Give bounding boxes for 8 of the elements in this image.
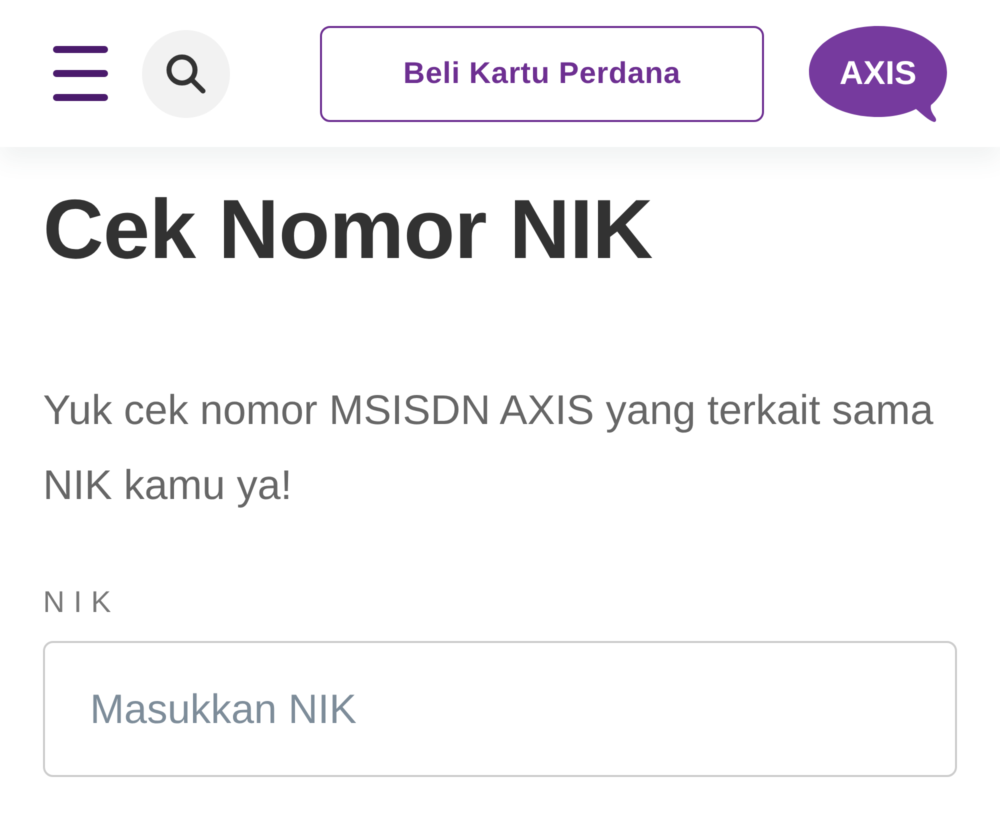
menu-icon[interactable] [53, 46, 108, 101]
field-label: NIK [43, 585, 122, 621]
buy-sim-card-button[interactable]: Beli Kartu Perdana [320, 26, 764, 122]
logo[interactable]: AXIS [808, 24, 948, 122]
input-field[interactable]: Masukkan NIK [43, 641, 957, 777]
search-icon [165, 52, 207, 94]
page-title: Cek Nomor NIK [43, 184, 654, 274]
description-text: Yuk cek nomor MSISDN AXIS yang terkait sama NIK kamu ya! [43, 385, 934, 510]
